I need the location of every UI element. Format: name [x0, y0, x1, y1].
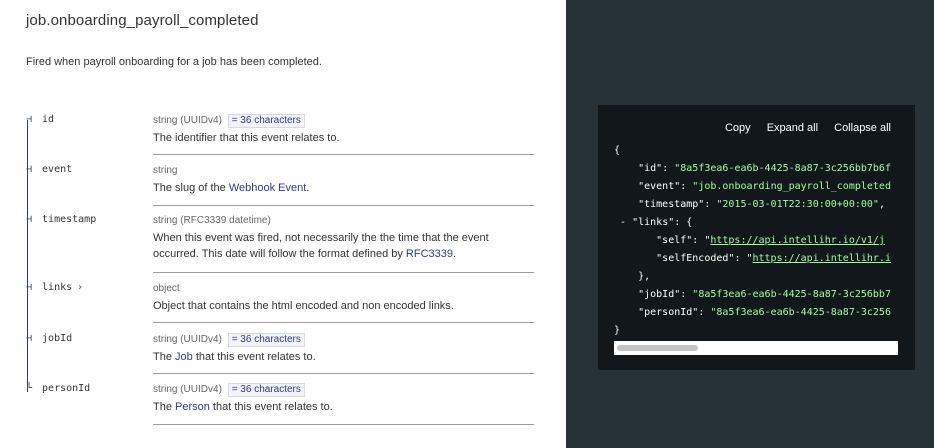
property-name: links — [42, 282, 73, 293]
property-type: string (UUIDv4) — [153, 334, 222, 345]
divider — [153, 272, 534, 273]
person-link[interactable]: Person — [175, 401, 210, 413]
property-name: event — [42, 164, 73, 175]
property-type: string (UUIDv4) — [153, 384, 222, 395]
property-type: string — [153, 165, 178, 176]
divider — [153, 205, 534, 206]
tree-branch-icon: ⊣ — [26, 214, 33, 225]
webhook-event-link[interactable]: Webhook Event — [229, 182, 306, 194]
property-name: jobId — [42, 333, 73, 344]
tree-branch-icon: └ — [26, 383, 33, 394]
horizontal-scrollbar[interactable] — [614, 341, 898, 355]
divider — [153, 154, 534, 155]
self-url-link[interactable]: https://api.intellihr.io/v1/j — [710, 235, 885, 246]
divider — [153, 373, 534, 374]
divider — [153, 424, 534, 425]
property-name: personId — [42, 383, 91, 394]
scrollbar-thumb[interactable] — [617, 345, 698, 351]
property-name: timestamp — [42, 214, 97, 225]
property-description: When this event was fired, not necessari… — [153, 232, 489, 260]
length-badge: = 36 characters — [227, 333, 305, 347]
length-badge: = 36 characters — [227, 383, 305, 397]
json-example-panel: Copy Expand all Collapse all { "id": "8a… — [598, 105, 915, 370]
property-description: The Job that this event relates to. — [153, 351, 316, 363]
code-actions: Copy Expand all Collapse all — [712, 122, 891, 134]
property-name: id — [42, 114, 55, 125]
property-description: Object that contains the html encoded an… — [153, 300, 454, 312]
divider — [153, 322, 534, 323]
json-code: { "id": "8a5f3ea6-ea6b-4425-8a87-3c256bb… — [614, 145, 891, 336]
property-description: The slug of the Webhook Event. — [153, 182, 310, 194]
event-description: Fired when payroll onboarding for a job … — [26, 56, 322, 68]
job-link[interactable]: Job — [175, 351, 193, 363]
property-type: object — [153, 283, 180, 294]
property-description: The identifier that this event relates t… — [153, 132, 340, 144]
event-title: job.onboarding_payroll_completed — [26, 12, 259, 29]
collapse-toggle[interactable]: - — [620, 217, 626, 228]
rfc3339-link[interactable]: RFC3339 — [406, 248, 453, 260]
collapse-all-button[interactable]: Collapse all — [834, 122, 891, 134]
length-badge: = 36 characters — [227, 114, 305, 128]
tree-branch-icon: ⊣ — [26, 164, 33, 175]
property-type: string (UUIDv4) — [153, 115, 222, 126]
property-tree-line — [27, 120, 28, 392]
self-encoded-url-link[interactable]: https://api.intellihr.i — [753, 253, 891, 264]
property-description: The Person that this event relates to. — [153, 401, 333, 413]
property-type: string (RFC3339 datetime) — [153, 215, 271, 226]
tree-branch-icon: ⊣ — [26, 114, 33, 125]
expand-all-button[interactable]: Expand all — [767, 122, 818, 134]
copy-button[interactable]: Copy — [725, 122, 751, 134]
docs-panel: job.onboarding_payroll_completed Fired w… — [0, 0, 566, 448]
tree-branch-icon: ⊣ — [26, 282, 33, 293]
tree-branch-icon: ⊣ — [26, 333, 33, 344]
chevron-right-icon[interactable]: › — [78, 282, 82, 293]
